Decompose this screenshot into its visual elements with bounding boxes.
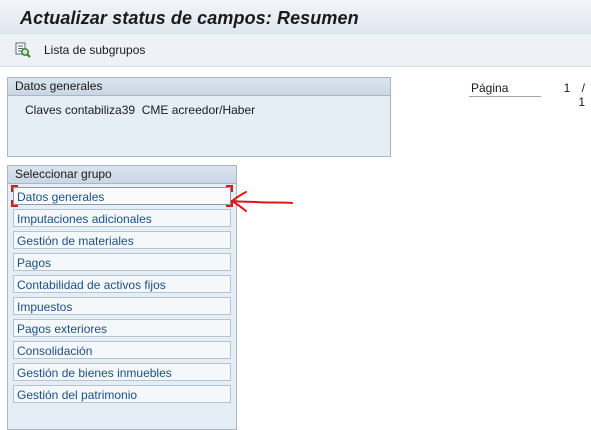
subgroup-list-button[interactable]: Lista de subgrupos [14,40,145,60]
group-button-label: Consolidación [17,344,93,358]
group-button-label: Gestión de materiales [17,234,134,248]
group-button-pagos[interactable]: Pagos [13,253,231,271]
page-label: Página [471,81,509,95]
posting-key-value: 39 [121,103,136,117]
magnifier-list-icon [14,41,32,59]
general-data-panel: Datos generales Claves contabiliza39 CME… [7,77,391,157]
select-group-panel: Seleccionar grupo Datos generales Imputa… [7,165,237,430]
subgroup-list-label: Lista de subgrupos [44,43,146,57]
page-value: 1 / 1 [549,81,585,109]
group-button-label: Datos generales [17,190,105,204]
group-button-label: Pagos [17,256,52,270]
group-button-gestion-patrimonio[interactable]: Gestión del patrimonio [13,385,231,403]
group-button-gestion-bienes-inmuebles[interactable]: Gestión de bienes inmuebles [13,363,231,381]
page-number-text: 1 / 1 [563,81,585,109]
title-bar: Actualizar status de campos: Resumen [0,0,591,35]
posting-key-description: CME acreedor/Haber [141,103,256,117]
select-group-panel-title: Seleccionar grupo [8,166,236,184]
group-button-pagos-exteriores[interactable]: Pagos exteriores [13,319,231,337]
group-button-contabilidad-activos-fijos[interactable]: Contabilidad de activos fijos [13,275,231,293]
group-button-label: Gestión de bienes inmuebles [17,366,172,380]
group-button-label: Pagos exteriores [17,322,108,336]
group-button-list: Datos generales Imputaciones adicionales… [11,185,233,407]
group-button-label: Gestión del patrimonio [17,388,138,402]
group-button-gestion-materiales[interactable]: Gestión de materiales [13,231,231,249]
page-title: Actualizar status de campos: Resumen [20,8,359,28]
general-data-panel-title: Datos generales [8,78,390,96]
group-button-label: Imputaciones adicionales [17,212,152,226]
page-indicator: Página 1 / 1 [469,80,587,109]
group-button-datos-generales[interactable]: Datos generales [11,185,233,207]
annotation-arrow-icon [230,191,293,212]
group-button-label: Impuestos [17,300,73,314]
group-button-label: Contabilidad de activos fijos [17,278,166,292]
page-label-underline [469,96,541,97]
posting-key-label: Claves contabiliza [25,103,122,117]
application-toolbar: Lista de subgrupos [0,34,591,67]
posting-key-line: Claves contabiliza39 CME acreedor/Haber [25,103,255,117]
group-button-consolidacion[interactable]: Consolidación [13,341,231,359]
group-button-imputaciones-adicionales[interactable]: Imputaciones adicionales [13,209,231,227]
group-button-impuestos[interactable]: Impuestos [13,297,231,315]
